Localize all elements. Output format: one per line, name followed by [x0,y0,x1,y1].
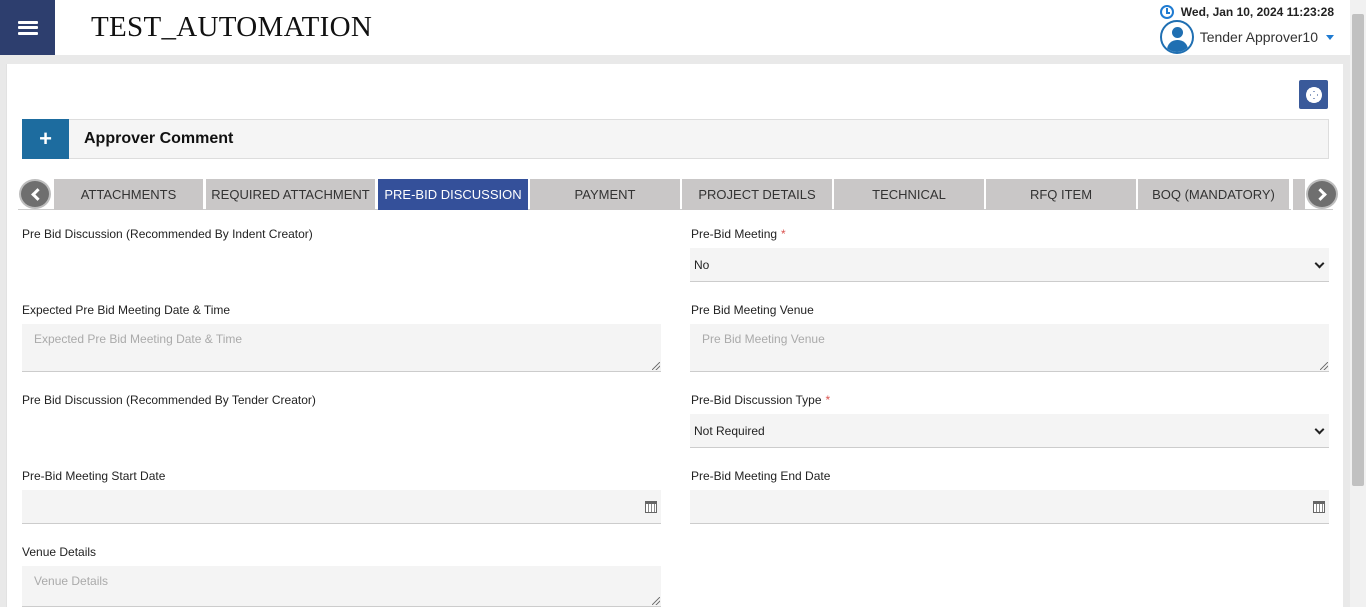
pre-bid-meeting-label-text: Pre-Bid Meeting [691,227,778,241]
required-marker: * [825,393,831,407]
discussion-type-label: Pre-Bid Discussion Type * [691,393,830,407]
datetime-text: Wed, Jan 10, 2024 11:23:28 [1180,5,1334,19]
venue-details-textarea[interactable]: Venue Details [22,566,661,607]
help-button[interactable] [1299,80,1328,109]
top-bar: TEST_AUTOMATION Wed, Jan 10, 2024 11:23:… [0,0,1350,55]
tab-project-details[interactable]: PROJECT DETAILS [682,179,832,210]
tab-attachments[interactable]: ATTACHMENTS [54,179,203,210]
app-title: TEST_AUTOMATION [91,11,373,43]
calendar-icon[interactable] [1313,501,1325,513]
hamburger-menu-button[interactable] [0,0,55,55]
end-date-label: Pre-Bid Meeting End Date [691,469,831,483]
start-date-input[interactable] [22,490,661,524]
tender-creator-label: Pre Bid Discussion (Recommended By Tende… [22,393,316,407]
page-scrollbar[interactable] [1350,0,1366,607]
pre-bid-meeting-value: No [694,257,710,272]
menu-icon [17,20,38,35]
chevron-down-icon [1314,424,1325,435]
caret-down-icon[interactable] [1326,34,1334,40]
main-content: + Approver Comment ATTACHMENTS REQUIRED … [6,64,1343,607]
tab-technical[interactable]: TECHNICAL [834,179,984,210]
tab-bar: ATTACHMENTS REQUIRED ATTACHMENT PRE-BID … [18,178,1338,210]
indent-creator-label: Pre Bid Discussion (Recommended By Inden… [22,227,313,241]
approver-comment-panel: + Approver Comment [22,119,1329,159]
tabs-next-button[interactable] [1306,179,1338,209]
chevron-down-icon [1314,258,1325,269]
end-date-input[interactable] [690,490,1329,524]
venue-placeholder: Pre Bid Meeting Venue [702,332,825,346]
clock-icon [1159,5,1174,19]
venue-textarea[interactable]: Pre Bid Meeting Venue [690,324,1329,372]
expected-date-textarea[interactable]: Expected Pre Bid Meeting Date & Time [22,324,661,372]
required-marker: * [781,227,786,241]
tab-rfq-item[interactable]: RFQ ITEM [986,179,1136,210]
scrollbar-thumb[interactable] [1352,14,1364,486]
venue-details-placeholder: Venue Details [34,574,109,588]
datetime-display: Wed, Jan 10, 2024 11:23:28 [1159,5,1334,19]
lifebuoy-icon [1305,86,1322,103]
chevron-right-icon [1313,187,1327,201]
chevron-left-icon [30,187,44,201]
start-date-label: Pre-Bid Meeting Start Date [22,469,166,483]
expected-date-placeholder: Expected Pre Bid Meeting Date & Time [34,332,243,346]
user-menu[interactable]: Tender Approver10 [1159,20,1334,54]
discussion-type-select[interactable]: Not Required [690,414,1329,448]
panel-title: Approver Comment [84,130,234,147]
venue-details-label: Venue Details [22,545,97,559]
tab-payment[interactable]: PAYMENT [530,179,680,210]
venue-label: Pre Bid Meeting Venue [691,303,814,317]
resize-handle-icon[interactable] [1320,362,1328,370]
avatar[interactable] [1159,20,1194,54]
discussion-type-value: Not Required [694,423,765,438]
expected-date-label: Expected Pre Bid Meeting Date & Time [22,303,231,317]
resize-handle-icon[interactable] [652,597,660,605]
user-name[interactable]: Tender Approver10 [1200,29,1318,45]
expand-button[interactable]: + [22,119,69,159]
tab-boq-mandatory[interactable]: BOQ (MANDATORY) [1138,179,1289,210]
tab-overflow[interactable] [1291,179,1305,210]
pre-bid-meeting-select[interactable]: No [690,248,1329,282]
tab-required-attachment[interactable]: REQUIRED ATTACHMENT [206,179,375,210]
tabs-prev-button[interactable] [19,179,51,209]
pre-bid-meeting-label: Pre-Bid Meeting * [691,227,786,241]
resize-handle-icon[interactable] [652,362,660,370]
tab-pre-bid-discussion[interactable]: PRE-BID DISCUSSION [378,179,528,210]
discussion-type-label-text: Pre-Bid Discussion Type [691,393,822,407]
calendar-icon[interactable] [645,501,657,513]
